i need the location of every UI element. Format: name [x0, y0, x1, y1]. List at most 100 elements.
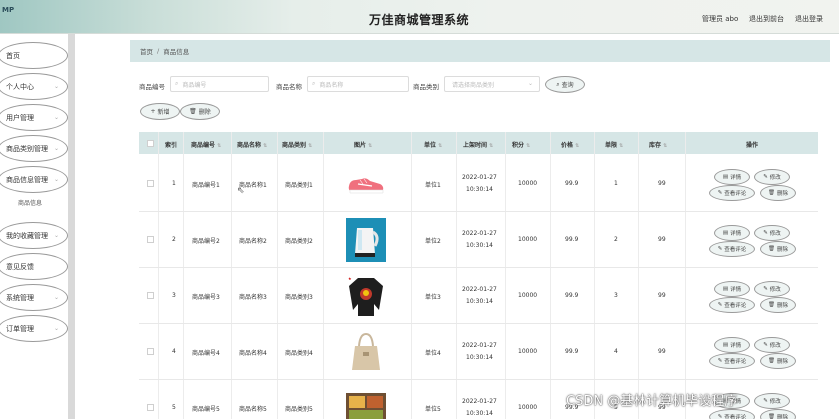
- trash-icon: 🗑: [768, 414, 775, 419]
- cell-code: 商品编号1: [192, 181, 220, 189]
- col-category[interactable]: 商品类别 ⇅: [282, 140, 312, 149]
- search-button[interactable]: ⌕ 查询: [545, 76, 585, 93]
- view-reviews-button[interactable]: ✎ 查看评论: [709, 353, 755, 369]
- cell-category: 商品类别2: [285, 238, 313, 245]
- row-checkbox[interactable]: [147, 348, 154, 355]
- cell-category: 商品类别5: [285, 406, 313, 413]
- cell-index: 1: [172, 179, 176, 187]
- add-button[interactable]: + 新增: [140, 103, 180, 120]
- sort-icon: ⇅: [619, 143, 624, 149]
- cell-name: 商品名称2: [239, 238, 267, 245]
- edit-button[interactable]: ✎ 修改: [754, 225, 790, 241]
- row-checkbox[interactable]: [147, 404, 154, 411]
- breadcrumb-home[interactable]: 首页: [140, 46, 153, 56]
- code-filter-input[interactable]: ⌕ 商品编号: [170, 76, 269, 92]
- row-checkbox[interactable]: [147, 236, 154, 243]
- cell-list-time: 10:30:14: [466, 185, 493, 193]
- name-filter-input[interactable]: ⌕ 商品名称: [307, 76, 409, 92]
- detail-button[interactable]: ▤ 详情: [714, 337, 750, 353]
- cell-index: 4: [172, 348, 176, 355]
- detail-button[interactable]: ▤ 详情: [714, 281, 750, 297]
- cell-points: 10000: [518, 348, 538, 355]
- breadcrumb-separator: /: [157, 47, 160, 55]
- sidebar-item-2[interactable]: 用户管理 ⌄: [0, 104, 68, 131]
- view-reviews-button[interactable]: ✎ 查看评论: [709, 241, 755, 257]
- pencil-icon: ✎: [763, 173, 768, 180]
- edit-button[interactable]: ✎ 修改: [754, 393, 790, 409]
- cell-limit: 4: [614, 348, 618, 355]
- pencil-icon: ✎: [763, 230, 768, 236]
- sidebar-item-6[interactable]: 意见反馈: [0, 253, 68, 280]
- sidebar-item-3[interactable]: 商品类别管理 ⌄: [0, 135, 68, 162]
- file-icon: ▤: [722, 173, 729, 180]
- pencil-icon: ✎: [717, 246, 723, 252]
- cell-points: 10000: [518, 292, 538, 299]
- cell-list-date: 2022-01-27: [462, 173, 497, 181]
- row-checkbox[interactable]: [147, 292, 154, 299]
- edit-button[interactable]: ✎ 修改: [754, 281, 790, 297]
- sidebar-item-7[interactable]: 系统管理 ⌄: [0, 284, 68, 311]
- col-name[interactable]: 商品名称 ⇅: [237, 140, 267, 149]
- current-user: 管理员 abo: [702, 15, 739, 23]
- delete-button[interactable]: 🗑 删除: [760, 409, 796, 419]
- cell-category: 商品类别3: [285, 294, 313, 301]
- col-list-time[interactable]: 上架时间 ⇅: [463, 140, 493, 149]
- sidebar-item-0[interactable]: 首页: [0, 42, 68, 69]
- sort-icon: ⇅: [308, 143, 313, 149]
- col-stock[interactable]: 库存 ⇅: [649, 140, 667, 149]
- sidebar-sub-item-product-info[interactable]: 商品信息: [18, 198, 42, 207]
- cell-points: 10000: [518, 404, 538, 411]
- sidebar-item-1[interactable]: 个人中心 ⌄: [0, 73, 68, 100]
- sidebar-item-8[interactable]: 订单管理 ⌄: [0, 315, 68, 342]
- cell-name: 商品名称4: [239, 350, 267, 357]
- sidebar-item-4[interactable]: 商品信息管理 ⌄: [0, 166, 68, 193]
- cell-list-time: 10:30:14: [466, 298, 493, 305]
- detail-button[interactable]: ▤ 详情: [714, 168, 750, 185]
- product-image-lunchbox: [346, 393, 386, 419]
- row-checkbox[interactable]: [147, 179, 154, 187]
- cell-code: 商品编号3: [192, 294, 220, 301]
- edit-button[interactable]: ✎ 修改: [754, 168, 790, 185]
- col-code[interactable]: 商品编号 ⇅: [191, 140, 221, 149]
- trash-icon: 🗑: [768, 302, 775, 308]
- search-icon: ⌕: [312, 80, 316, 87]
- batch-delete-button[interactable]: 🗑 删除: [180, 103, 220, 120]
- cell-price: 99.9: [565, 236, 579, 243]
- col-limit[interactable]: 单限 ⇅: [605, 140, 623, 149]
- sidebar-scrollbar[interactable]: [68, 34, 75, 419]
- col-image[interactable]: 图片 ⇅: [354, 140, 372, 149]
- col-unit[interactable]: 单位 ⇅: [424, 140, 442, 149]
- sort-icon: ⇅: [263, 143, 268, 149]
- cell-code: 商品编号4: [192, 350, 220, 357]
- cell-name: 商品名称5: [239, 406, 267, 413]
- file-icon: ▤: [722, 230, 729, 236]
- chevron-down-icon: ⌄: [53, 294, 59, 301]
- detail-button[interactable]: ▤ 详情: [714, 225, 750, 241]
- sidebar-item-label: 系统管理: [6, 293, 34, 302]
- delete-button[interactable]: 🗑 删除: [760, 184, 796, 201]
- system-title: 万佳商城管理系统: [369, 13, 470, 27]
- top-header: MP 万佳商城管理系统 管理员 abo 退出到前台 退出登录: [0, 0, 839, 34]
- view-reviews-button[interactable]: ✎ 查看评论: [709, 409, 755, 419]
- view-reviews-button[interactable]: ✎ 查看评论: [709, 297, 755, 313]
- col-price[interactable]: 价格 ⇅: [561, 140, 579, 149]
- chevron-down-icon: ⌄: [53, 176, 59, 183]
- logout-link[interactable]: 退出登录: [795, 14, 823, 24]
- delete-button[interactable]: 🗑 删除: [760, 241, 796, 257]
- cell-price: 99.9: [565, 292, 579, 299]
- sidebar-item-label: 我的收藏管理: [6, 231, 48, 240]
- view-reviews-button[interactable]: ✎ 查看评论: [709, 184, 755, 201]
- delete-button[interactable]: 🗑 删除: [760, 353, 796, 369]
- select-all-checkbox[interactable]: [147, 140, 154, 147]
- sort-icon: ⇅: [438, 143, 443, 149]
- chevron-down-icon: ⌄: [53, 232, 59, 239]
- sidebar-item-5[interactable]: 我的收藏管理 ⌄: [0, 222, 68, 249]
- edit-button[interactable]: ✎ 修改: [754, 337, 790, 353]
- back-to-frontend-link[interactable]: 退出到前台: [749, 14, 784, 24]
- col-points[interactable]: 积分 ⇅: [512, 140, 530, 149]
- category-filter-select[interactable]: 请选择商品类别 ⌄: [444, 76, 540, 92]
- cell-stock: 99: [658, 236, 666, 243]
- cell-list-date: 2022-01-27: [462, 342, 497, 349]
- delete-button[interactable]: 🗑 删除: [760, 297, 796, 313]
- sort-icon: ⇅: [575, 143, 580, 149]
